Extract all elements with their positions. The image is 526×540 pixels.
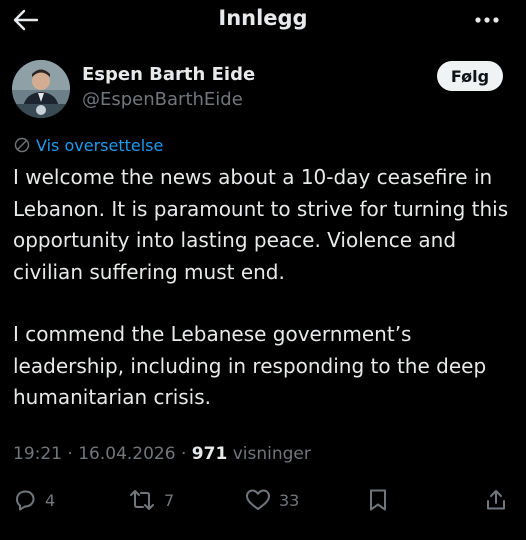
views-count: 971 — [191, 444, 228, 464]
top-bar: Innlegg — [0, 0, 526, 44]
heart-icon — [246, 489, 270, 510]
bookmark-button[interactable] — [367, 482, 389, 518]
repost-button[interactable]: 7 — [128, 482, 174, 518]
tweet-date[interactable]: 16.04.2026 — [78, 444, 175, 464]
like-button[interactable]: 33 — [245, 482, 299, 518]
translate-link[interactable]: Vis oversettelse — [14, 135, 163, 155]
globe-icon — [14, 137, 30, 153]
profile-photo — [12, 60, 70, 118]
arrow-left-icon — [13, 9, 39, 31]
repost-count: 7 — [164, 490, 175, 510]
more-horizontal-icon — [475, 17, 499, 23]
tweet-meta: 19:21 · 16.04.2026 · 971 visninger — [13, 444, 311, 464]
reply-icon — [16, 490, 35, 511]
page-title: Innlegg — [218, 6, 308, 30]
tweet-text: I welcome the news about a 10-day ceasef… — [13, 162, 518, 414]
more-button[interactable] — [470, 8, 504, 32]
share-button[interactable] — [484, 482, 508, 518]
follow-button[interactable]: Følg — [437, 61, 503, 91]
views-label: visninger — [232, 444, 311, 464]
tweet-paragraph-2: I commend the Lebanese government’s lead… — [13, 322, 487, 409]
like-count: 33 — [279, 490, 300, 510]
author-name[interactable]: Espen Barth Eide — [82, 64, 255, 85]
reply-button[interactable]: 4 — [13, 482, 55, 518]
tweet-time[interactable]: 19:21 — [13, 444, 62, 464]
avatar[interactable] — [12, 60, 70, 118]
author-handle[interactable]: @EspenBarthEide — [82, 89, 243, 110]
meta-separator: · — [180, 444, 187, 464]
reply-count: 4 — [45, 490, 56, 510]
translate-label: Vis oversettelse — [36, 135, 164, 155]
back-button[interactable] — [10, 4, 42, 36]
repost-icon — [130, 490, 154, 510]
share-icon — [487, 490, 505, 510]
bookmark-icon — [370, 489, 386, 511]
tweet-paragraph-1: I welcome the news about a 10-day ceasef… — [13, 165, 509, 284]
meta-separator: · — [67, 444, 73, 464]
